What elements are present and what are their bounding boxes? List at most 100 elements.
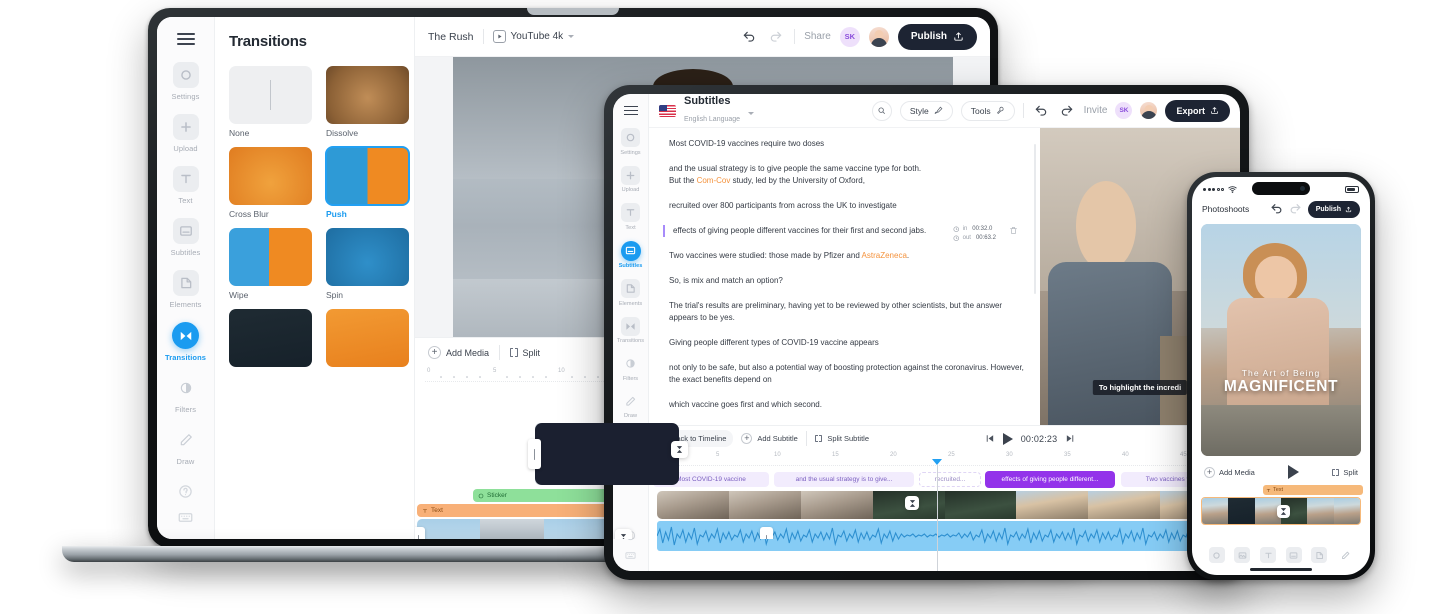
play-icon[interactable] [1002, 432, 1013, 445]
transition-item-wipe[interactable]: Wipe [229, 228, 312, 300]
transition-marker-icon[interactable] [615, 529, 632, 539]
avatar[interactable]: SK [1115, 102, 1133, 119]
clip-trim-handle-left[interactable] [528, 439, 541, 469]
subtitle-line[interactable]: Two vaccines were studied: those made by… [663, 250, 1026, 262]
split-button[interactable]: Split [510, 348, 540, 358]
phone-timeline[interactable]: Text [1201, 485, 1363, 531]
hamburger-icon[interactable] [623, 106, 638, 115]
subtitle-chip[interactable]: and the usual strategy is to give... [774, 472, 914, 487]
delete-subtitle-button[interactable] [1009, 226, 1018, 239]
export-button[interactable]: Export [1165, 99, 1230, 122]
redo-arrow-icon[interactable] [767, 28, 785, 46]
split-button[interactable]: Split [1331, 468, 1358, 477]
subtitle-chip-selected[interactable]: effects of giving people different... [985, 471, 1115, 488]
transition-item-7[interactable] [229, 309, 312, 367]
subtitle-line[interactable]: Giving people different types of COVID-1… [663, 337, 1026, 349]
subtitle-line[interactable]: The trial's results are preliminary, hav… [663, 300, 1026, 324]
subtitle-line[interactable]: recruited over 800 participants from acr… [663, 200, 1026, 212]
redo-arrow-icon[interactable] [1058, 102, 1076, 120]
sidebar-item-elements[interactable]: Elements [157, 270, 214, 309]
skip-start-icon[interactable] [984, 433, 995, 444]
sidebar-item-subtitles[interactable]: Subtitles [619, 240, 642, 269]
add-media-button[interactable]: + Add Media [1204, 466, 1255, 478]
transition-item-spin[interactable]: Spin [326, 228, 409, 300]
avatar[interactable] [1140, 102, 1158, 119]
subtitles-icon[interactable] [1285, 547, 1302, 563]
help-icon[interactable] [178, 484, 193, 499]
avatar[interactable]: SK [839, 26, 860, 47]
selected-clip[interactable] [535, 423, 679, 485]
redo-arrow-icon[interactable] [1289, 203, 1302, 216]
subtitle-line[interactable]: Most COVID-19 vaccines require two doses [663, 138, 1026, 150]
sidebar-item-settings[interactable]: Settings [620, 128, 641, 156]
search-icon[interactable] [871, 100, 892, 121]
sidebar-item-transitions[interactable]: Transitions [617, 316, 644, 344]
elements-icon[interactable] [1311, 547, 1328, 563]
transition-item-dissolve[interactable]: Dissolve [326, 66, 409, 138]
subtitle-list[interactable]: Most COVID-19 vaccines require two doses… [649, 128, 1040, 425]
undo-arrow-icon[interactable] [740, 28, 758, 46]
split-subtitle-button[interactable]: Split Subtitle [814, 434, 869, 443]
filmstrip-handle-right[interactable] [760, 527, 773, 539]
sidebar-item-draw[interactable]: Draw [621, 392, 640, 419]
aspect-ratio-selector[interactable]: YouTube 4k [492, 30, 575, 43]
subtitle-line[interactable]: which vaccine goes first and which secon… [663, 399, 1026, 411]
track-text[interactable]: Text [1263, 485, 1363, 495]
sidebar-item-text[interactable]: Text [157, 166, 214, 205]
sidebar-item-transitions[interactable]: Transitions [157, 322, 214, 362]
tablet-timeline[interactable]: 0 5 10 15 20 25 30 35 40 45 [649, 451, 1240, 571]
image-icon[interactable] [1234, 547, 1251, 563]
keyboard-icon[interactable] [178, 510, 193, 525]
transition-marker-icon[interactable] [1277, 505, 1290, 518]
ruler-tick: 35 [1064, 452, 1071, 458]
transition-item-push[interactable]: Push [325, 146, 410, 219]
add-subtitle-button[interactable]: + Add Subtitle [741, 433, 798, 444]
share-button[interactable]: Share [804, 31, 831, 42]
transition-item-8[interactable] [326, 309, 409, 367]
publish-button[interactable]: Publish [897, 23, 977, 50]
sidebar-item-filters[interactable]: Filters [621, 354, 640, 382]
sidebar-item-upload[interactable]: Upload [157, 114, 214, 153]
signal-dots-icon [1203, 188, 1224, 191]
undo-arrow-icon[interactable] [1032, 102, 1050, 120]
sidebar-item-subtitles[interactable]: Subtitles [157, 218, 214, 257]
pencil-icon[interactable] [1337, 547, 1353, 563]
subtitle-line[interactable]: So, is mix and match an option? [663, 275, 1026, 287]
skip-end-icon[interactable] [1065, 433, 1076, 444]
subtitle-line-active[interactable]: effects of giving people different vacci… [663, 225, 1026, 242]
undo-arrow-icon[interactable] [1270, 203, 1283, 216]
transition-item-none[interactable]: None [229, 66, 312, 138]
sidebar-item-text[interactable]: Text [621, 203, 640, 231]
chevron-down-icon[interactable] [748, 112, 755, 115]
add-media-button[interactable]: + Add Media [428, 346, 489, 359]
sidebar-item-settings[interactable]: Settings [157, 62, 214, 101]
transition-marker-icon[interactable] [905, 496, 919, 510]
subtitle-line[interactable]: not only to be safe, but also a potentia… [663, 362, 1026, 386]
filmstrip-handle-left[interactable] [415, 527, 425, 539]
subtitle-line[interactable]: and the usual strategy is to give people… [663, 163, 1026, 187]
timeline-ruler[interactable]: 0 5 10 15 20 25 30 35 40 45 [657, 451, 1232, 466]
phone-video-canvas[interactable]: The Art of Being MAGNIFICENT [1201, 224, 1361, 456]
audio-waveform[interactable] [657, 521, 1232, 551]
tools-button[interactable]: Tools [960, 100, 1015, 121]
text-t-icon[interactable] [1260, 547, 1277, 563]
sidebar-item-elements[interactable]: Elements [619, 279, 642, 307]
transition-item-cross-blur[interactable]: Cross Blur [229, 147, 312, 219]
circle-icon[interactable] [1208, 547, 1225, 563]
playhead-marker[interactable] [932, 459, 942, 465]
transition-marker-icon[interactable] [671, 441, 688, 458]
hamburger-icon[interactable] [176, 33, 195, 45]
preview-caption: To highlight the incredi [1092, 380, 1188, 395]
publish-button[interactable]: Publish [1307, 200, 1360, 218]
sidebar-item-upload[interactable]: Upload [621, 165, 640, 193]
sidebar-item-filters[interactable]: Filters [157, 375, 214, 414]
sidebar-item-draw[interactable]: Draw [157, 427, 214, 466]
subtitle-chip[interactable]: recruited... [919, 472, 981, 487]
scrollbar[interactable] [1033, 144, 1036, 294]
video-filmstrip[interactable] [657, 491, 1232, 519]
invite-button[interactable]: Invite [1084, 105, 1108, 116]
keyboard-icon[interactable] [625, 550, 636, 561]
play-icon[interactable] [1287, 465, 1299, 479]
avatar[interactable] [868, 26, 889, 47]
style-button[interactable]: Style [899, 100, 953, 121]
